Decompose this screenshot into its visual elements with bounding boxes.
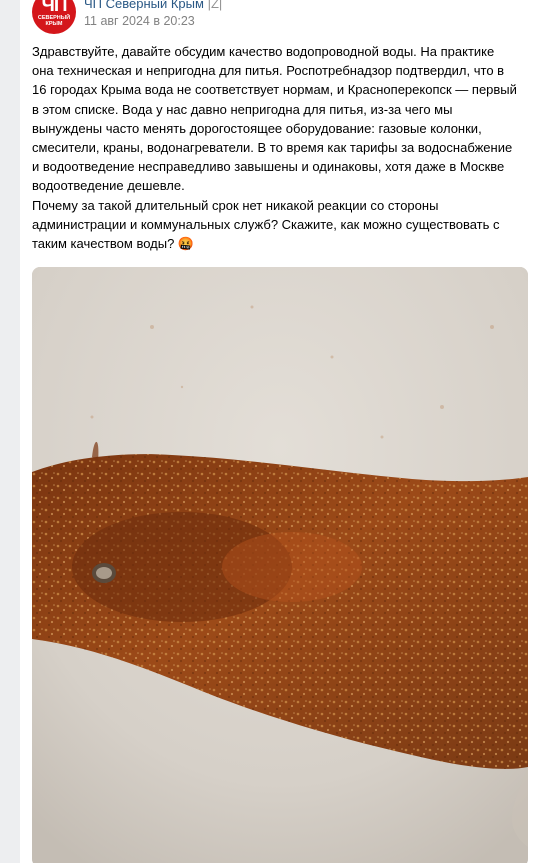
post-text: Здравствуйте, давайте обсудим качество в… — [32, 44, 517, 252]
rusty-bathtub-image — [32, 267, 528, 863]
post-date[interactable]: 11 авг 2024 в 20:23 — [84, 14, 195, 28]
post-card: ЧП СЕВЕРНЫЙ КРЫМ ЧП Северный Крым |Z| 11… — [20, 0, 546, 863]
author-name[interactable]: ЧП Северный Крым |Z| — [84, 0, 222, 11]
author-label: ЧП Северный Крым — [84, 0, 208, 11]
author-tag: |Z| — [207, 0, 223, 11]
avatar-subtext: СЕВЕРНЫЙ КРЫМ — [37, 15, 71, 27]
post-header: ЧП СЕВЕРНЫЙ КРЫМ ЧП Северный Крым |Z| 11… — [32, 0, 532, 40]
post-photo[interactable] — [32, 267, 528, 863]
avatar-text: ЧП — [41, 0, 67, 16]
avatar[interactable]: ЧП СЕВЕРНЫЙ КРЫМ — [32, 0, 76, 34]
